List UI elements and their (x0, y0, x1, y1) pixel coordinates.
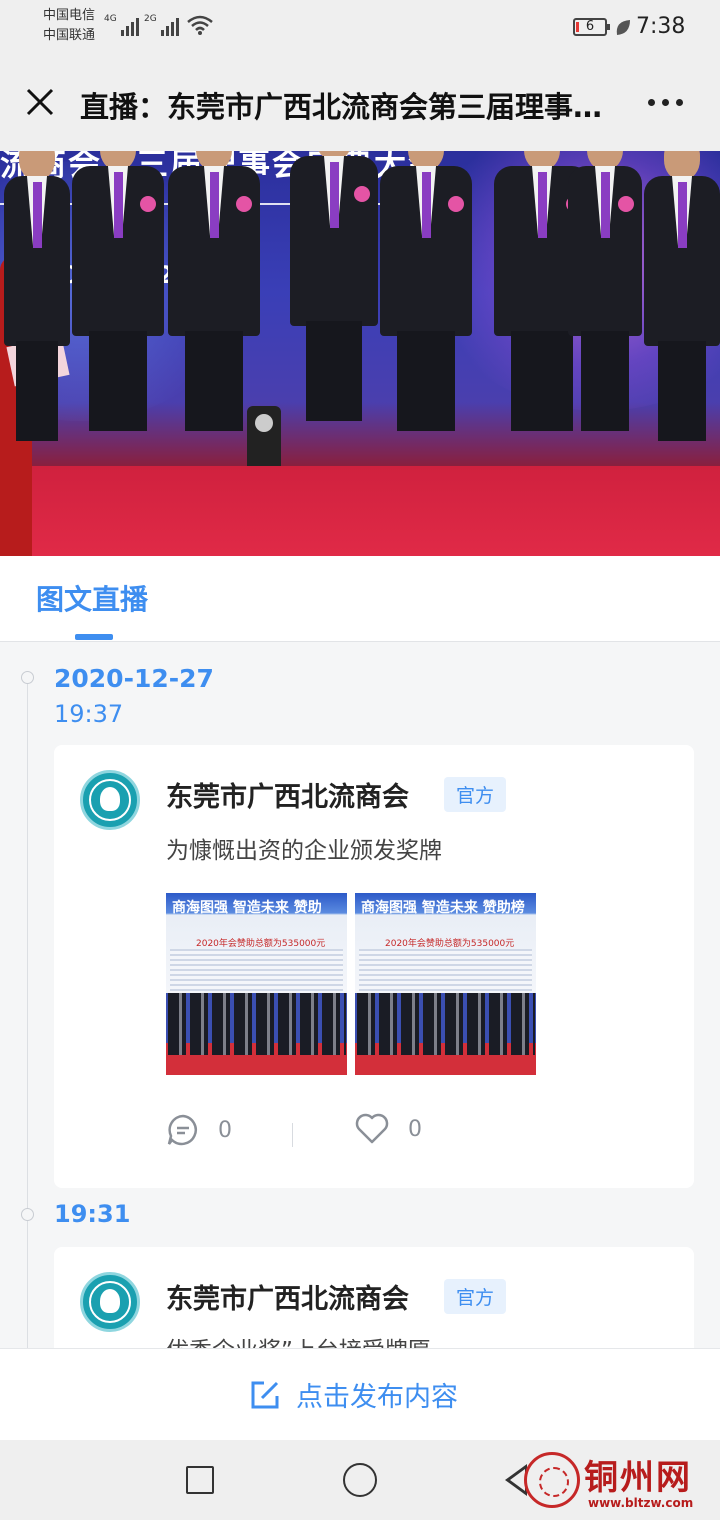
person-figure (4, 151, 70, 536)
home-button[interactable] (343, 1463, 377, 1497)
tab-indicator (75, 634, 113, 640)
signal-2-icon: 2G (144, 14, 179, 36)
publish-button[interactable]: 点击发布内容 (248, 1375, 458, 1414)
carrier-labels: 中国电信 中国联通 (43, 6, 95, 46)
post-author[interactable]: 东莞市广西北流商会 (166, 775, 409, 814)
person-figure (290, 151, 378, 536)
image-banner-text: 商海图强 智造未来 赞助榜 (361, 900, 525, 916)
post-text: 优秀企业奖”上台接受牌匾 (166, 1331, 431, 1348)
timeline-line (27, 678, 28, 1348)
timeline-time: 19:37 (54, 700, 124, 728)
comment-icon (167, 1114, 197, 1146)
more-icon (647, 98, 655, 106)
signal-1-icon: 4G (104, 14, 139, 36)
post-card: 东莞市广西北流商会 官方 优秀企业奖”上台接受牌匾 (54, 1247, 694, 1348)
comment-button[interactable]: 0 (166, 1113, 232, 1147)
network-type-1: 4G (104, 14, 117, 24)
watermark: 铜州网 www.bltzw.com (518, 1446, 714, 1516)
tab-bar: 图文直播 (0, 556, 720, 642)
timeline-time: 19:31 (54, 1200, 131, 1228)
image-total-text: 2020年会赞助总额为535000元 (385, 939, 515, 949)
edit-icon (251, 1381, 279, 1408)
post-card: 东莞市广西北流商会 官方 为慷慨出资的企业颁发奖牌 商海图强 智造未来 赞助 2… (54, 745, 694, 1188)
watermark-url: www.bltzw.com (588, 1496, 694, 1510)
wifi-icon (187, 15, 213, 35)
timeline-feed[interactable]: 2020-12-27 19:37 东莞市广西北流商会 官方 为慷慨出资的企业颁发… (0, 642, 720, 1348)
close-icon (26, 88, 54, 116)
watermark-name: 铜州网 (584, 1458, 692, 1498)
status-bar: 中国电信 中国联通 4G 2G 6 7:38 (0, 0, 720, 56)
post-image[interactable]: 商海图强 智造未来 赞助榜 2020年会赞助总额为535000元 (355, 893, 536, 1075)
avatar[interactable] (80, 1272, 140, 1332)
official-badge: 官方 (444, 777, 507, 812)
person-figure (72, 151, 164, 536)
live-video[interactable]: 流商会第三届理事会庆典大会 2020年12月2 (0, 151, 720, 556)
page-title: 直播：东莞市广西北流商会第三届理事会庆典大会 (80, 90, 625, 124)
avatar[interactable] (80, 770, 140, 830)
person-figure (380, 151, 472, 536)
tab-live-text[interactable]: 图文直播 (36, 578, 148, 618)
publish-bar: 点击发布内容 (0, 1348, 720, 1440)
like-button[interactable]: 0 (354, 1113, 422, 1145)
carrier-2: 中国联通 (43, 28, 96, 43)
post-actions: 0 0 (166, 1113, 566, 1153)
post-text: 为慷慨出资的企业颁发奖牌 (166, 838, 442, 864)
post-author[interactable]: 东莞市广西北流商会 (166, 1277, 409, 1316)
recent-apps-button[interactable] (186, 1466, 214, 1494)
timeline-dot (21, 1208, 34, 1221)
post-image[interactable]: 商海图强 智造未来 赞助 2020年会赞助总额为535000元 (166, 893, 347, 1075)
leaf-icon (616, 20, 630, 35)
carrier-1: 中国电信 (43, 8, 96, 23)
person-figure (644, 151, 720, 536)
battery-icon: 6 (573, 18, 610, 36)
comment-count: 0 (218, 1117, 232, 1143)
person-figure (568, 151, 642, 536)
person-figure (168, 151, 260, 536)
like-count: 0 (408, 1116, 422, 1142)
heart-icon (355, 1113, 389, 1144)
timeline-dot (21, 671, 34, 684)
timeline-date: 2020-12-27 (54, 664, 214, 693)
clock: 7:38 (636, 14, 686, 39)
nav-bar: 直播：东莞市广西北流商会第三届理事会庆典大会 (0, 56, 720, 151)
more-button[interactable] (640, 82, 690, 122)
close-button[interactable] (20, 82, 60, 122)
network-type-2: 2G (144, 14, 157, 24)
image-banner-text: 商海图强 智造未来 赞助 (172, 900, 322, 916)
watermark-logo-icon (524, 1452, 580, 1508)
official-badge: 官方 (444, 1279, 507, 1314)
publish-label: 点击发布内容 (296, 1382, 458, 1413)
image-total-text: 2020年会赞助总额为535000元 (196, 939, 326, 949)
